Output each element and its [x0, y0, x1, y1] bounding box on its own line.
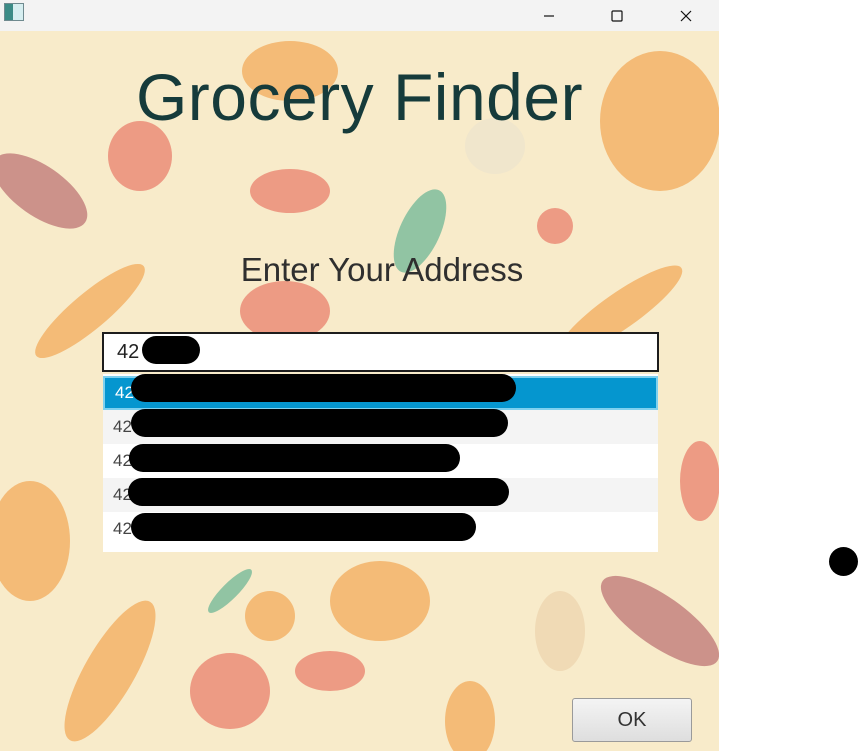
- redaction-mark: [131, 409, 508, 437]
- app-icon: [4, 3, 24, 21]
- address-input-value: 42: [117, 341, 140, 363]
- redaction-mark: [129, 444, 460, 472]
- address-prompt: Enter Your Address: [240, 251, 524, 288]
- redaction-mark: [131, 513, 476, 541]
- title-bar[interactable]: [0, 0, 719, 31]
- main-panel: Grocery Finder Enter Your Address 42 42 …: [0, 31, 719, 751]
- ok-button[interactable]: OK: [572, 698, 692, 742]
- suggestion-prefix: 42: [113, 417, 132, 436]
- app-window: Grocery Finder Enter Your Address 42 42 …: [0, 0, 719, 751]
- redaction-mark: [128, 478, 509, 506]
- maximize-button[interactable]: [594, 0, 640, 31]
- redaction-mark: [131, 374, 516, 402]
- close-button[interactable]: [663, 0, 709, 31]
- page-title: Grocery Finder: [135, 60, 584, 134]
- close-icon: [680, 10, 692, 21]
- suggestion-prefix: 42: [113, 519, 132, 538]
- minimize-button[interactable]: [526, 0, 572, 31]
- redaction-dot: [829, 547, 858, 576]
- redaction-mark: [142, 336, 200, 364]
- maximize-icon: [611, 9, 623, 22]
- minimize-icon: [544, 14, 554, 17]
